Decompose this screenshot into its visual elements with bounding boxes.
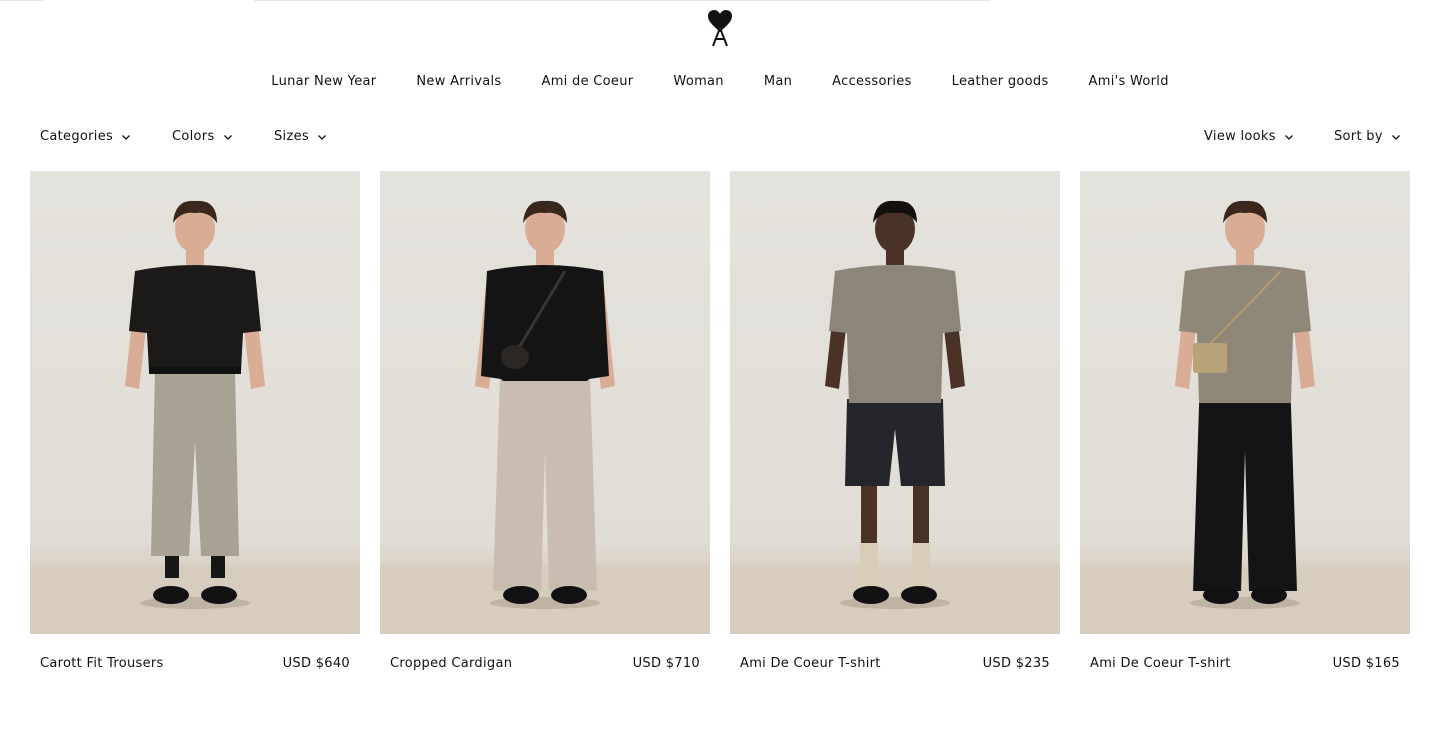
- categories-filter-button[interactable]: Categories: [40, 129, 131, 144]
- filter-bar: Categories Colors Sizes View looks Sort …: [40, 129, 1400, 149]
- colors-filter-button[interactable]: Colors: [172, 129, 233, 144]
- product-price: USD $165: [1332, 656, 1400, 671]
- product-grid: Carott Fit Trousers USD $640 Cropped Car…: [30, 171, 1410, 671]
- nav-item-new-arrivals[interactable]: New Arrivals: [416, 74, 501, 89]
- model-figure: [30, 200, 360, 634]
- product-card[interactable]: Carott Fit Trousers USD $640: [30, 171, 360, 671]
- product-name[interactable]: Ami De Coeur T-shirt: [740, 656, 881, 671]
- chevron-down-icon: [1284, 134, 1293, 140]
- view-looks-label: View looks: [1204, 129, 1276, 144]
- chevron-down-icon: [318, 134, 326, 140]
- nav-item-woman[interactable]: Woman: [673, 74, 723, 89]
- product-image[interactable]: [730, 171, 1060, 634]
- product-name[interactable]: Cropped Cardigan: [390, 656, 512, 671]
- ami-logo-icon[interactable]: [704, 8, 736, 48]
- product-price: USD $710: [632, 656, 700, 671]
- main-navigation: Lunar New Year New Arrivals Ami de Coeur…: [0, 74, 1440, 89]
- top-line-segment: [0, 0, 44, 1]
- nav-item-accessories[interactable]: Accessories: [832, 74, 912, 89]
- product-card[interactable]: Ami De Coeur T-shirt USD $165: [1080, 171, 1410, 671]
- sizes-filter-label: Sizes: [274, 129, 309, 144]
- product-price: USD $640: [282, 656, 350, 671]
- nav-item-man[interactable]: Man: [764, 74, 792, 89]
- product-name[interactable]: Carott Fit Trousers: [40, 656, 164, 671]
- nav-item-amis-world[interactable]: Ami's World: [1089, 74, 1169, 89]
- categories-filter-label: Categories: [40, 129, 114, 144]
- sort-by-button[interactable]: Sort by: [1334, 129, 1401, 144]
- top-progress-line: [0, 0, 1440, 2]
- model-figure: [1080, 200, 1410, 634]
- chevron-down-icon: [223, 134, 232, 140]
- product-image[interactable]: [380, 171, 710, 634]
- product-card[interactable]: Cropped Cardigan USD $710: [380, 171, 710, 671]
- model-figure: [730, 200, 1060, 634]
- sort-by-label: Sort by: [1334, 129, 1383, 144]
- chevron-down-icon: [122, 134, 131, 140]
- nav-item-lunar-new-year[interactable]: Lunar New Year: [271, 74, 376, 89]
- view-looks-button[interactable]: View looks: [1204, 129, 1294, 144]
- colors-filter-label: Colors: [172, 129, 215, 144]
- sizes-filter-button[interactable]: Sizes: [274, 129, 327, 144]
- product-image[interactable]: [1080, 171, 1410, 634]
- product-price: USD $235: [982, 656, 1050, 671]
- nav-item-ami-de-coeur[interactable]: Ami de Coeur: [542, 74, 634, 89]
- model-figure: [380, 200, 710, 634]
- nav-item-leather-goods[interactable]: Leather goods: [952, 74, 1049, 89]
- chevron-down-icon: [1391, 134, 1400, 140]
- product-image[interactable]: [30, 171, 360, 634]
- product-name[interactable]: Ami De Coeur T-shirt: [1090, 656, 1231, 671]
- product-card[interactable]: Ami De Coeur T-shirt USD $235: [730, 171, 1060, 671]
- top-line-segment: [254, 0, 990, 1]
